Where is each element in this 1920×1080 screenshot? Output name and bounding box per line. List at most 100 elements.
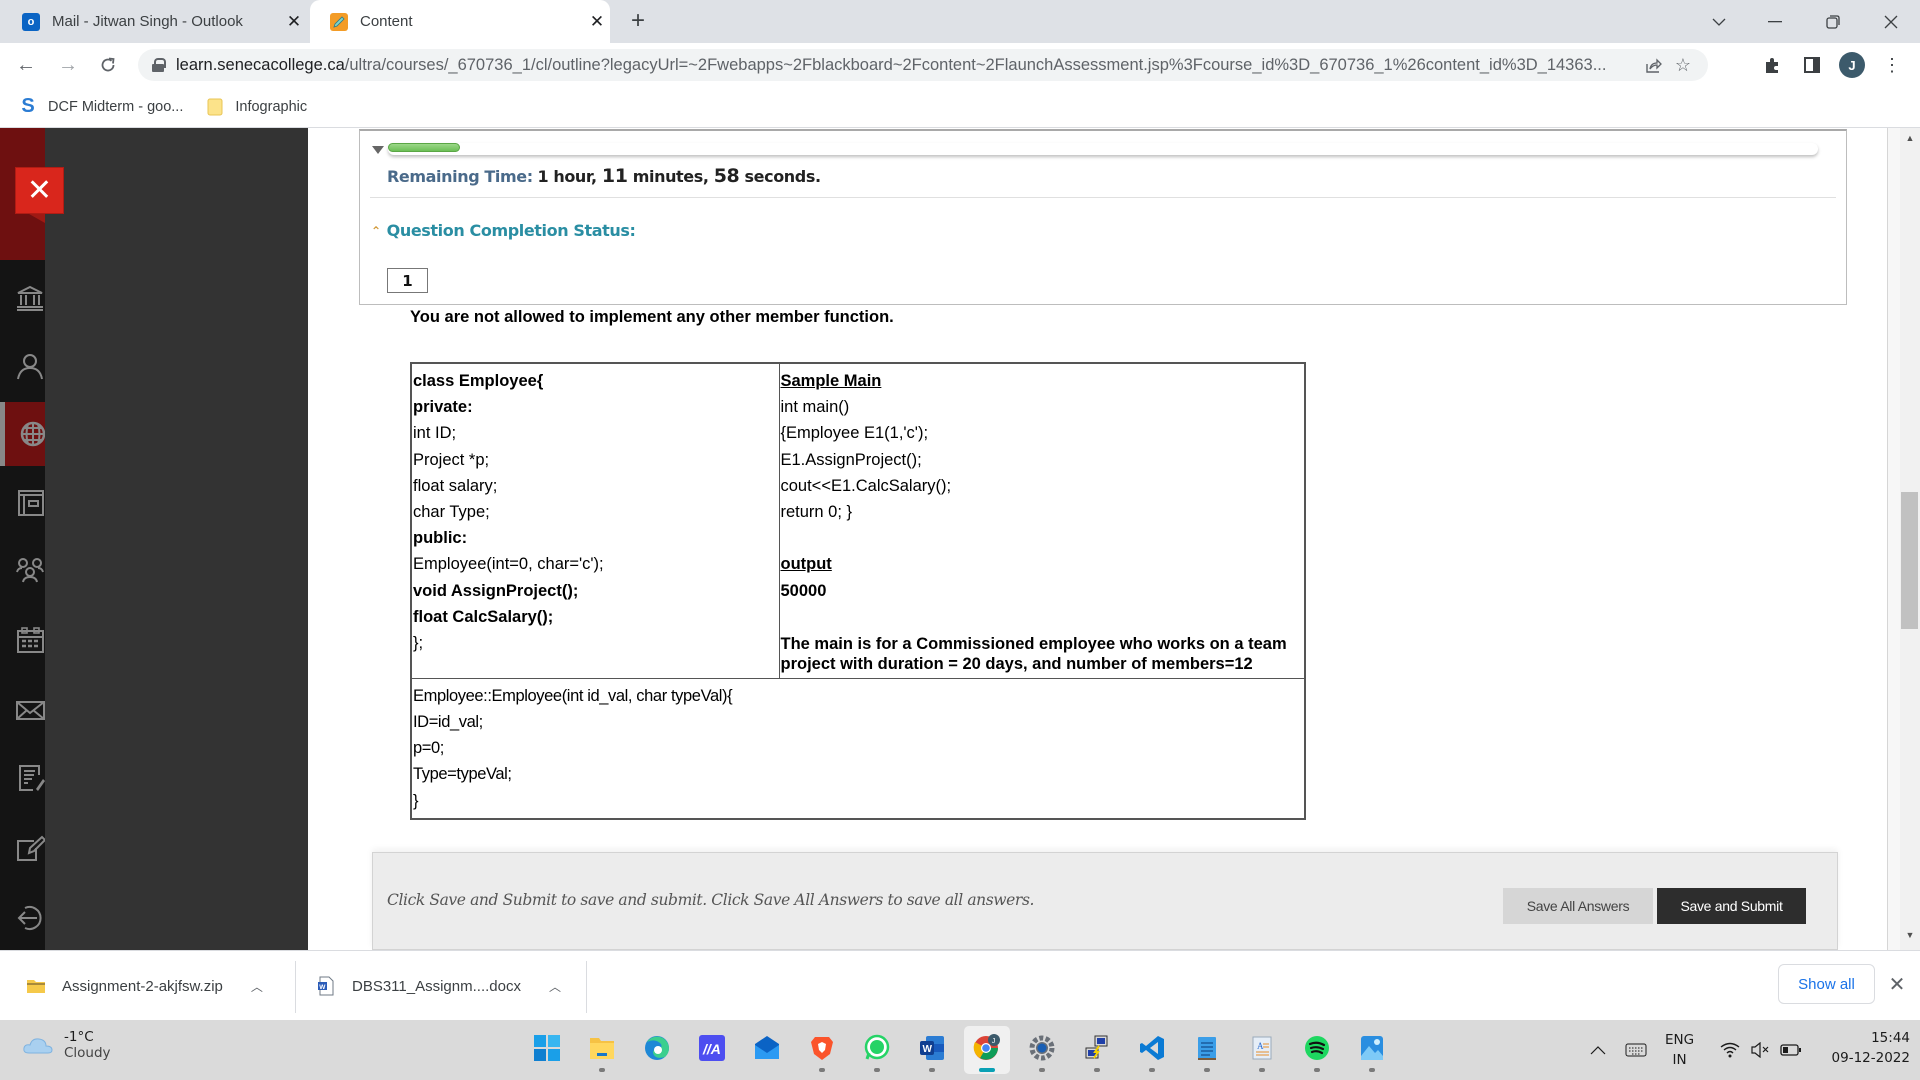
close-panel-button[interactable]: ✕: [15, 167, 64, 214]
address-bar[interactable]: learn.senecacollege.ca/ultra/courses/_67…: [138, 49, 1708, 81]
close-window-icon[interactable]: [1866, 0, 1916, 43]
bookmarks-bar: S DCF Midterm - goo... Infographic: [0, 86, 1920, 128]
taskbar-app-mail[interactable]: [744, 1026, 790, 1074]
nav-item-organizations[interactable]: [0, 540, 45, 600]
nav-item-institution[interactable]: [0, 268, 45, 328]
whatsapp-icon: [863, 1034, 891, 1067]
taskbar-app-settings[interactable]: [1019, 1026, 1065, 1074]
taskbar-app-start[interactable]: [524, 1026, 570, 1074]
lock-icon[interactable]: [152, 58, 166, 72]
chevron-up-icon[interactable]: ︿: [549, 978, 561, 995]
url-text[interactable]: learn.senecacollege.ca/ultra/courses/_67…: [176, 56, 1638, 75]
save-all-answers-button[interactable]: Save All Answers: [1503, 888, 1653, 924]
clock-time: 15:44: [1871, 1030, 1910, 1046]
nav-item-activity[interactable]: [0, 402, 45, 466]
taskbar-app-putty[interactable]: [1074, 1026, 1120, 1074]
bookmark-star-icon[interactable]: ☆: [1668, 50, 1698, 80]
touch-keyboard-icon[interactable]: [1625, 1020, 1647, 1080]
table-row: Employee::Employee(int id_val, char type…: [410, 677, 1306, 820]
taskbar-app-brave[interactable]: [799, 1026, 845, 1074]
taskbar-app-photos[interactable]: [1349, 1026, 1395, 1074]
forward-icon[interactable]: →: [54, 51, 82, 79]
tab-content[interactable]: Content ✕: [310, 0, 610, 43]
nav-item-profile[interactable]: [0, 336, 45, 396]
taskbar-app-spotify[interactable]: [1294, 1026, 1340, 1074]
battery-icon[interactable]: [1780, 1020, 1802, 1080]
group-icon: [16, 558, 44, 583]
taskbar-app-whatsapp[interactable]: [854, 1026, 900, 1074]
question-1-link[interactable]: 1: [387, 268, 428, 293]
running-indicator: [1094, 1068, 1100, 1072]
question-completion-toggle[interactable]: ⌃ Question Completion Status:: [371, 221, 636, 240]
scroll-down-arrow-icon[interactable]: ▼: [1900, 930, 1920, 946]
code-line: float salary;: [413, 476, 498, 495]
nav-item-grades[interactable]: [0, 748, 45, 808]
scroll-up-arrow-icon[interactable]: ▲: [1900, 133, 1920, 149]
save-and-submit-button[interactable]: Save and Submit: [1657, 888, 1806, 924]
profile-button[interactable]: J: [1838, 51, 1866, 79]
remaining-hours: 1: [537, 167, 549, 186]
back-icon[interactable]: ←: [12, 51, 40, 79]
nav-item-courses[interactable]: [0, 472, 45, 532]
code-line: Project *p;: [413, 450, 490, 469]
language-indicator[interactable]: ENG IN: [1665, 1030, 1694, 1070]
code-line: int main(): [780, 398, 850, 417]
code-table: class Employee{private: int ID; Project *p…: [410, 362, 1306, 820]
bookmark-infographic[interactable]: Infographic: [207, 98, 307, 116]
minimize-icon[interactable]: [1750, 0, 1800, 43]
scrollbar-thumb[interactable]: [1901, 492, 1918, 629]
download-item[interactable]: W DBS311_Assignm....docx ︿: [316, 951, 561, 1021]
new-tab-button[interactable]: +: [624, 8, 652, 36]
system-clock[interactable]: 15:44 09-12-2022: [1810, 1028, 1910, 1068]
taskbar-app-vscode[interactable]: [1129, 1026, 1175, 1074]
clock-date: 09-12-2022: [1831, 1050, 1910, 1066]
taskbar-app-wordpad[interactable]: A: [1239, 1026, 1285, 1074]
show-hidden-icons-chevron-icon[interactable]: [1590, 1020, 1606, 1080]
weather-widget[interactable]: -1°C Cloudy: [22, 1029, 111, 1061]
nav-item-sign-out[interactable]: [0, 887, 45, 947]
edit-icon: [17, 835, 45, 861]
collapse-timer-icon[interactable]: [372, 146, 384, 154]
volume-muted-icon[interactable]: [1750, 1020, 1770, 1080]
taskbar-app-edge[interactable]: [634, 1026, 680, 1074]
svg-text:A: A: [1257, 1041, 1264, 1051]
close-tab-icon[interactable]: ✕: [281, 12, 307, 32]
tab-search-chevron-icon[interactable]: [1694, 0, 1744, 43]
nav-item-messages[interactable]: [0, 680, 45, 740]
taskbar-app-notepad[interactable]: [1184, 1026, 1230, 1074]
extensions-puzzle-icon[interactable]: [1758, 51, 1786, 79]
chrome-menu-icon[interactable]: ⋮: [1878, 51, 1906, 79]
svg-text:W: W: [319, 984, 326, 991]
word-doc-icon: W: [316, 976, 336, 996]
tab-outlook[interactable]: o Mail - Jitwan Singh - Outlook ✕: [2, 0, 307, 43]
table-row: class Employee{private: int ID; Project *p…: [410, 362, 1306, 679]
output-title: output: [780, 555, 832, 574]
person-icon: [17, 354, 43, 380]
close-download-shelf-icon[interactable]: ✕: [1885, 972, 1909, 996]
chevron-up-icon[interactable]: ︿: [251, 978, 263, 995]
bookmark-dcf-midterm[interactable]: S DCF Midterm - goo...: [20, 95, 184, 117]
restore-icon[interactable]: [1808, 0, 1858, 43]
side-panel-icon[interactable]: [1798, 51, 1826, 79]
code-line: float CalcSalary();: [413, 607, 554, 626]
ma-app-icon: //A: [698, 1034, 726, 1067]
bookmark-label: DCF Midterm - goo...: [48, 98, 184, 115]
show-all-downloads-button[interactable]: Show all: [1778, 964, 1875, 1004]
download-item[interactable]: Assignment-2-akjfsw.zip ︿: [26, 951, 263, 1021]
taskbar-app-word[interactable]: W: [909, 1026, 955, 1074]
taskbar-app-file-explorer[interactable]: [579, 1026, 625, 1074]
close-tab-icon[interactable]: ✕: [584, 12, 610, 32]
settings-icon: [1028, 1034, 1056, 1067]
grades-icon: [19, 765, 45, 791]
avatar: J: [1839, 52, 1865, 78]
nav-item-tools[interactable]: [0, 818, 45, 878]
share-icon[interactable]: [1638, 50, 1668, 80]
constructor-implementation: Employee::Employee(int id_val, char type…: [413, 683, 1303, 814]
timer-progress-bar: [372, 140, 1820, 158]
wifi-icon[interactable]: [1720, 1020, 1740, 1080]
taskbar-app-chrome[interactable]: J: [964, 1026, 1010, 1074]
nav-item-calendar[interactable]: [0, 610, 45, 670]
reload-icon[interactable]: [94, 51, 122, 79]
remaining-minutes: 11: [601, 165, 628, 187]
taskbar-app-app-ma[interactable]: //A: [689, 1026, 735, 1074]
